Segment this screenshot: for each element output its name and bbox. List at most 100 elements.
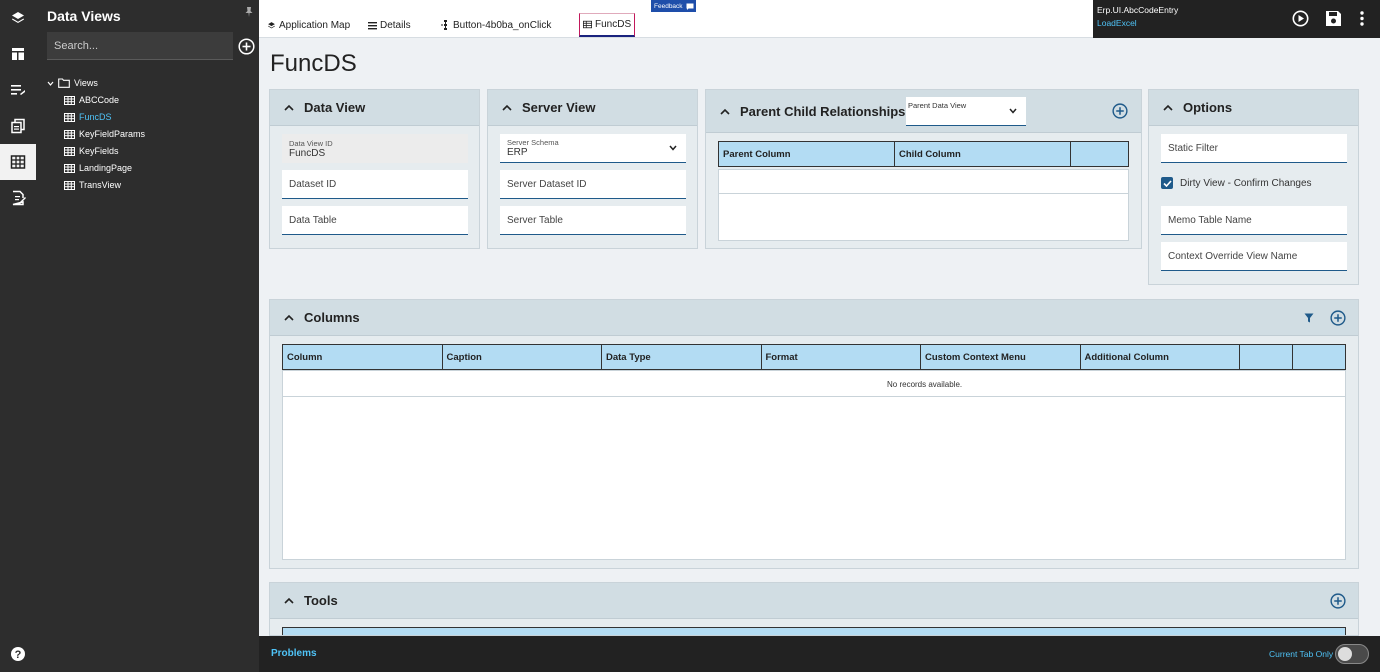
tree-folder-views[interactable]: Views — [47, 76, 98, 90]
tab-bar: Application Map Details Button-4b0ba_onC… — [259, 0, 1093, 38]
table-icon — [64, 129, 75, 139]
columns-panel: Columns Column Caption Data Type Format … — [269, 299, 1359, 569]
table-icon — [64, 95, 75, 105]
empty-row: No records available. — [283, 371, 1345, 397]
tree-item-label: FuncDS — [79, 112, 112, 122]
add-circle-icon — [1330, 593, 1346, 609]
column-header[interactable]: Additional Column — [1081, 345, 1240, 369]
current-tab-only-toggle[interactable] — [1335, 644, 1369, 664]
tree-item-selected[interactable]: FuncDS — [64, 110, 112, 124]
tab-label: Details — [380, 19, 411, 31]
tab-details[interactable]: Details — [365, 13, 414, 37]
panel-title: Columns — [304, 310, 360, 325]
tab-application-map[interactable]: Application Map — [264, 13, 353, 37]
column-header[interactable]: Parent Column — [719, 142, 895, 166]
column-header[interactable]: Child Column — [895, 142, 1071, 166]
options-header[interactable]: Options — [1149, 90, 1358, 126]
panel-title: Tools — [304, 593, 338, 608]
feedback-button[interactable]: Feedback — [651, 0, 696, 12]
layers-icon[interactable] — [0, 0, 36, 36]
tree-item-label: LandingPage — [79, 163, 133, 173]
help-icon[interactable]: ? — [0, 636, 36, 672]
tree-item[interactable]: LandingPage — [64, 161, 132, 175]
static-filter-input[interactable]: Static Filter — [1161, 134, 1347, 163]
column-header[interactable] — [1071, 142, 1128, 166]
column-header[interactable]: Data Type — [602, 345, 762, 369]
tab-button-onclick[interactable]: Button-4b0ba_onClick — [438, 13, 554, 37]
column-header[interactable] — [1240, 345, 1293, 369]
parent-child-panel: Parent Child Relationships Parent Data V… — [705, 89, 1142, 249]
table-icon — [64, 180, 75, 190]
tools-panel: Tools — [269, 582, 1359, 636]
more-vert-icon[interactable] — [1359, 10, 1365, 27]
edit-doc-icon[interactable] — [0, 180, 36, 216]
server-table-input[interactable]: Server Table — [500, 206, 686, 235]
data-table-input[interactable]: Data Table — [282, 206, 468, 235]
panel-title: Data View — [304, 100, 366, 115]
column-header[interactable]: Custom Context Menu — [921, 345, 1081, 369]
folder-icon — [58, 78, 70, 88]
context-override-input[interactable]: Context Override View Name — [1161, 242, 1347, 271]
tools-header[interactable]: Tools — [270, 583, 1358, 619]
tab-label: Application Map — [279, 19, 351, 31]
app-toolbar: Erp.UI.AbcCodeEntry LoadExcel — [1093, 0, 1380, 38]
copy-icon[interactable] — [0, 108, 36, 144]
field-label: Server Schema — [507, 138, 559, 147]
list-icon — [368, 21, 377, 29]
dataset-id-input[interactable]: Dataset ID — [282, 170, 468, 199]
columns-header[interactable]: Columns — [270, 300, 1358, 336]
add-circle-icon — [1112, 103, 1128, 119]
checkbox-checked-icon[interactable] — [1161, 177, 1173, 189]
column-header[interactable]: Format — [762, 345, 921, 369]
memo-table-input[interactable]: Memo Table Name — [1161, 206, 1347, 235]
column-header[interactable] — [1293, 345, 1345, 369]
add-view-button[interactable] — [238, 38, 255, 55]
table-row[interactable] — [719, 170, 1128, 194]
field-value: ERP — [507, 147, 528, 158]
tree-item-label: ABCCode — [79, 95, 120, 105]
filter-icon[interactable] — [1304, 313, 1314, 323]
chat-icon — [686, 3, 694, 10]
tree-item[interactable]: KeyFieldParams — [64, 127, 145, 141]
save-icon[interactable] — [1325, 10, 1342, 27]
tree-item[interactable]: KeyFields — [64, 144, 119, 158]
panel-title: Server View — [522, 100, 596, 115]
layer-link[interactable]: LoadExcel — [1097, 18, 1137, 28]
run-icon[interactable] — [1292, 10, 1309, 27]
server-dataset-id-input[interactable]: Server Dataset ID — [500, 170, 686, 199]
layout-icon[interactable] — [0, 36, 36, 72]
tree-item[interactable]: TransView — [64, 178, 121, 192]
table-icon — [583, 20, 592, 29]
panel-title: Parent Child Relationships — [740, 103, 906, 119]
chevron-up-icon — [284, 104, 294, 111]
dirty-view-checkbox[interactable]: Dirty View - Confirm Changes — [1161, 177, 1312, 189]
server-schema-select[interactable]: Server Schema ERP — [500, 134, 686, 163]
data-view-id-field: Data View ID FuncDS — [282, 134, 468, 163]
add-tool-button[interactable] — [1330, 593, 1346, 609]
table-icon — [64, 163, 75, 173]
feedback-label: Feedback — [654, 2, 683, 10]
table-icon[interactable] — [0, 144, 36, 180]
chevron-down-icon — [47, 81, 54, 86]
problems-link[interactable]: Problems — [271, 648, 317, 659]
column-header[interactable]: Column — [283, 345, 443, 369]
tab-funcds[interactable]: FuncDS — [579, 13, 636, 37]
tree-item[interactable]: ABCCode — [64, 93, 119, 107]
search-input[interactable]: Search... — [47, 32, 233, 60]
navigator-title: Data Views — [47, 8, 121, 24]
pin-icon[interactable] — [243, 6, 255, 18]
list-edit-icon[interactable] — [0, 72, 36, 108]
options-panel: Options Static Filter Dirty View - Confi… — [1148, 89, 1359, 285]
svg-text:?: ? — [15, 649, 22, 661]
field-value: FuncDS — [289, 147, 326, 159]
field-label: Data View ID — [289, 138, 333, 148]
parent-data-view-dropdown[interactable]: Parent Data View — [906, 97, 1026, 126]
columns-grid-body: No records available. — [282, 370, 1346, 560]
server-view-header[interactable]: Server View — [488, 90, 697, 126]
add-relationship-button[interactable] — [1112, 103, 1128, 119]
add-column-button[interactable] — [1330, 310, 1346, 326]
data-view-header[interactable]: Data View — [270, 90, 479, 126]
column-header[interactable]: Caption — [443, 345, 602, 369]
status-bar: Problems Current Tab Only — [259, 636, 1380, 672]
server-view-panel: Server View Server Schema ERP Server Dat… — [487, 89, 698, 249]
